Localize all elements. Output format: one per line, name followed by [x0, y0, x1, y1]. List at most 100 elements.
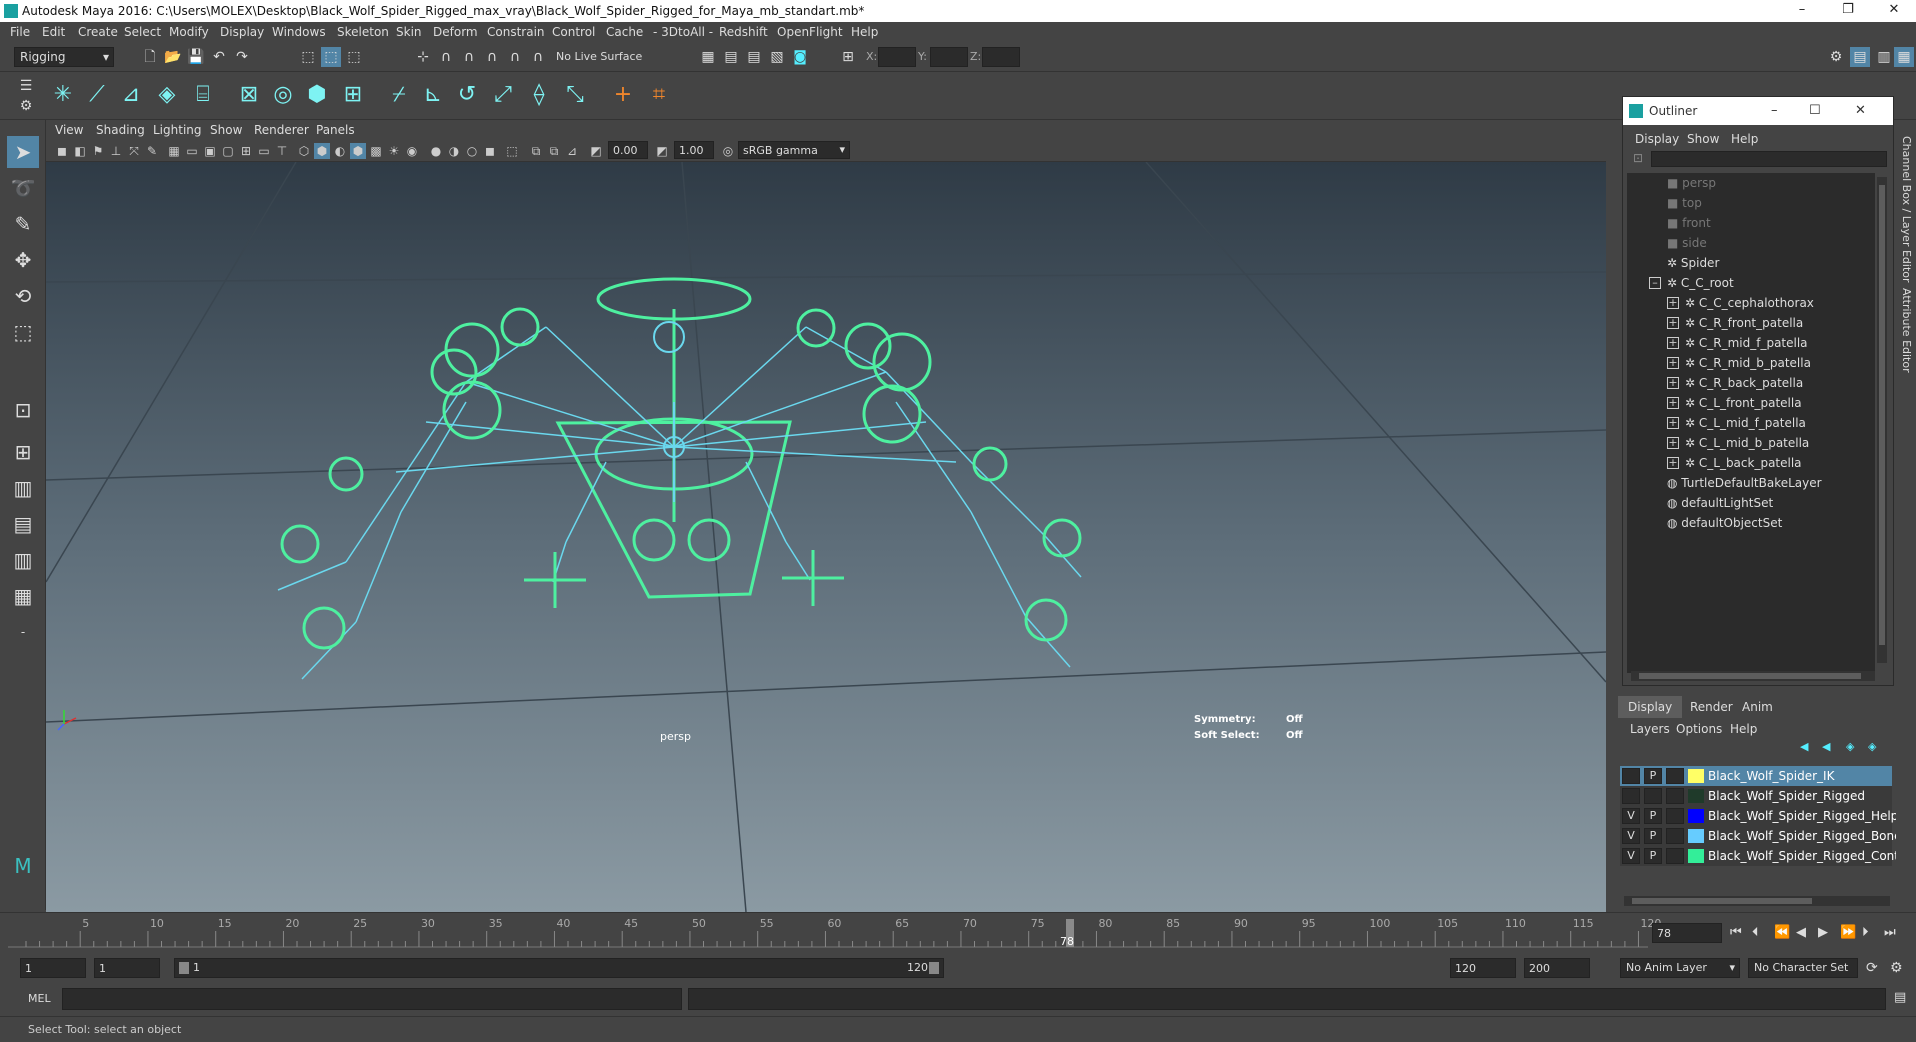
close-button[interactable]: ✕ — [1874, 2, 1914, 20]
range-bar[interactable]: 1 120 — [174, 958, 944, 978]
outliner-maximize-icon[interactable]: ☐ — [1809, 103, 1821, 118]
menu-control[interactable]: Control — [552, 25, 595, 39]
layer-color-swatch[interactable] — [1688, 829, 1704, 843]
menu-display[interactable]: Display — [220, 25, 264, 39]
orient-constraint-icon[interactable]: ↺ — [452, 80, 482, 110]
tab-display[interactable]: Display — [1618, 696, 1683, 718]
tool-settings-toggle-icon[interactable]: ▥ — [1874, 47, 1894, 67]
layer-type-toggle[interactable] — [1666, 848, 1684, 864]
custom-layout-icon[interactable]: - — [7, 616, 39, 648]
outliner-item-spider[interactable]: ✲ Spider — [1667, 253, 1719, 273]
lights-icon[interactable]: ☀ — [386, 143, 402, 159]
layer-playback-toggle[interactable]: P — [1644, 768, 1662, 784]
layer-playback-toggle[interactable]: P — [1644, 808, 1662, 824]
play-backwards-icon[interactable]: ◀ — [1796, 925, 1806, 940]
move-layer-up-icon[interactable]: ◀ — [1800, 740, 1808, 753]
outliner-menu-show[interactable]: Show — [1687, 132, 1719, 146]
menu-edit[interactable]: Edit — [42, 25, 65, 39]
vp-menu-renderer[interactable]: Renderer — [254, 123, 309, 137]
outliner-item-c-l-front-patella[interactable]: ✲ C_L_front_patella — [1685, 393, 1802, 413]
layer-playback-toggle[interactable]: P — [1644, 848, 1662, 864]
expand-icon[interactable]: + — [1667, 457, 1679, 469]
layers-menu[interactable]: Layers — [1630, 722, 1670, 736]
vp-menu-panels[interactable]: Panels — [316, 123, 355, 137]
y-field[interactable] — [930, 47, 968, 67]
shadows-icon[interactable]: ◉ — [404, 143, 420, 159]
camera-attributes-icon[interactable]: ◧ — [72, 143, 88, 159]
safe-title-icon[interactable]: ⊤ — [274, 143, 290, 159]
menu-constrain[interactable]: Constrain — [487, 25, 545, 39]
paint-select-tool-icon[interactable]: ✎ — [7, 208, 39, 240]
lattice-icon[interactable]: ⊞ — [338, 80, 368, 110]
animation-start-field[interactable]: 1 — [20, 958, 86, 978]
layer-row[interactable]: V P Black_Wolf_Spider_Rigged_Helpers — [1620, 806, 1916, 826]
expand-icon[interactable]: + — [1667, 417, 1679, 429]
auto-key-icon[interactable]: ⟳ — [1866, 960, 1878, 976]
single-view-layout-icon[interactable]: ⊡ — [7, 394, 39, 426]
resolution-gate-icon[interactable]: ▣ — [202, 143, 218, 159]
layer-visibility-toggle[interactable]: V — [1622, 828, 1640, 844]
ipr-render-icon[interactable]: ▤ — [744, 47, 764, 67]
outliner-item-top[interactable]: ■ top — [1667, 193, 1702, 213]
outliner-item-c-r-front-patella[interactable]: ✲ C_R_front_patella — [1685, 313, 1803, 333]
select-component-icon[interactable]: ⬚ — [344, 47, 364, 67]
xray-icon[interactable]: ⧉ — [528, 143, 544, 159]
outliner-item-c-r-back-patella[interactable]: ✲ C_R_back_patella — [1685, 373, 1803, 393]
x-field[interactable] — [878, 47, 916, 67]
layer-row[interactable]: V P Black_Wolf_Spider_Rigged_Bones — [1620, 826, 1908, 846]
step-forward-frame-icon[interactable]: ⏵ — [1862, 925, 1869, 940]
layer-visibility-toggle[interactable] — [1622, 788, 1640, 804]
smooth-bind-icon[interactable]: ⊠ — [234, 80, 264, 110]
snap-grid-icon[interactable]: ⊹ — [413, 47, 433, 67]
modeling-toolkit-icon[interactable]: ⚙ — [1826, 47, 1846, 67]
outliner-item-default-object-set[interactable]: ◍ defaultObjectSet — [1667, 513, 1782, 533]
new-layer-selected-icon[interactable]: ◈ — [1868, 740, 1876, 753]
grid-toggle-icon[interactable]: ▦ — [166, 143, 182, 159]
expand-icon[interactable]: + — [1667, 377, 1679, 389]
outliner-vertical-scrollbar[interactable] — [1877, 177, 1887, 663]
gate-mask-icon[interactable]: ▢ — [220, 143, 236, 159]
scrollbar-thumb[interactable] — [1879, 185, 1885, 645]
default-material-icon[interactable]: ◐ — [332, 143, 348, 159]
gamma-icon[interactable]: ◩ — [654, 143, 670, 159]
paint-weights-icon[interactable]: ⬢ — [302, 80, 332, 110]
outliner-menu-display[interactable]: Display — [1635, 132, 1679, 146]
command-input[interactable] — [62, 988, 682, 1010]
playback-end-field[interactable]: 120 — [1450, 958, 1516, 978]
depth-of-field-icon[interactable]: ◼ — [482, 143, 498, 159]
minimize-button[interactable]: – — [1782, 2, 1822, 20]
perspective-viewport[interactable]: persp Symmetry: Off Soft Select: Off — [46, 162, 1606, 912]
snap-view-icon[interactable]: ∩ — [482, 47, 502, 67]
point-constraint-icon[interactable]: ⌿ — [384, 80, 414, 110]
outliner-close-icon[interactable]: ✕ — [1855, 103, 1866, 118]
layer-visibility-toggle[interactable] — [1622, 768, 1640, 784]
layer-type-toggle[interactable] — [1666, 768, 1684, 784]
scene-canvas[interactable] — [46, 162, 1606, 912]
menu-openflight[interactable]: OpenFlight — [777, 25, 843, 39]
interactive-bind-icon[interactable]: ◎ — [268, 80, 298, 110]
layer-playback-toggle[interactable] — [1644, 788, 1662, 804]
ik-spline-icon[interactable]: ⊿ — [116, 80, 146, 110]
options-menu[interactable]: Options — [1676, 722, 1722, 736]
outliner-horizontal-scrollbar[interactable] — [1631, 671, 1875, 681]
vp-menu-view[interactable]: View — [55, 123, 83, 137]
layer-type-toggle[interactable] — [1666, 828, 1684, 844]
motion-blur-icon[interactable]: ◑ — [446, 143, 462, 159]
outliner-layout-icon[interactable]: ▦ — [7, 580, 39, 612]
camera-select-icon[interactable]: ◼ — [54, 143, 70, 159]
snap-surface-icon[interactable]: ∩ — [505, 47, 525, 67]
layer-type-toggle[interactable] — [1666, 808, 1684, 824]
menu-3dtoall[interactable]: - 3DtoAll - — [653, 25, 713, 39]
lasso-tool-icon[interactable]: ➰ — [7, 172, 39, 204]
character-set-dropdown[interactable]: No Character Set — [1748, 958, 1858, 978]
outliner-item-turtle-bake-layer[interactable]: ◍ TurtleDefaultBakeLayer — [1667, 473, 1822, 493]
outliner-item-c-c-root[interactable]: ✲ C_C_root — [1667, 273, 1734, 293]
scale-constraint-icon[interactable]: ⤢ — [488, 80, 518, 110]
color-management-icon[interactable]: ◎ — [720, 143, 736, 159]
menu-windows[interactable]: Windows — [272, 25, 326, 39]
tab-anim[interactable]: Anim — [1732, 696, 1783, 718]
channel-box-toggle-icon[interactable]: ▦ — [1894, 47, 1914, 67]
scrollbar-thumb[interactable] — [1632, 898, 1812, 904]
collapse-icon[interactable]: – — [1649, 277, 1661, 289]
bind-skin-icon[interactable]: ⌸ — [188, 80, 218, 110]
